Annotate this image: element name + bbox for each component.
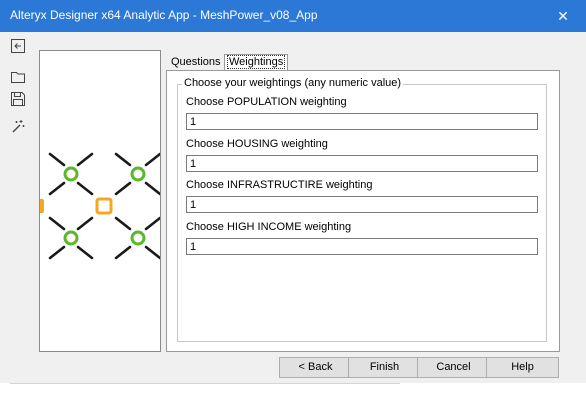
save-icon[interactable] — [10, 91, 26, 107]
high-income-weighting-label: Choose HIGH INCOME weighting — [186, 221, 352, 233]
finish-button[interactable]: Finish — [348, 357, 421, 378]
tab-questions[interactable]: Questions — [168, 55, 224, 70]
weightings-panel: Choose your weightings (any numeric valu… — [166, 70, 560, 352]
back-button-label: < Back — [298, 361, 333, 373]
population-weighting-input[interactable] — [186, 113, 538, 130]
weightings-group: Choose your weightings (any numeric valu… — [177, 77, 547, 342]
population-weighting-label: Choose POPULATION weighting — [186, 96, 347, 108]
workflow-canvas — [39, 50, 161, 352]
workflow-diagram — [40, 152, 160, 260]
cancel-button[interactable]: Cancel — [417, 357, 490, 378]
tab-weightings-label: Weightings — [226, 55, 286, 69]
close-icon: ✕ — [557, 8, 569, 24]
desktop-background — [0, 383, 586, 415]
open-folder-icon[interactable] — [10, 69, 26, 85]
divider — [10, 383, 400, 384]
infrastructure-weighting-input[interactable] — [186, 196, 538, 213]
title-bar[interactable]: Alteryx Designer x64 Analytic App - Mesh… — [0, 0, 586, 32]
back-to-design-icon[interactable] — [10, 38, 26, 54]
magic-wand-icon[interactable] — [10, 118, 26, 134]
back-button[interactable]: < Back — [279, 357, 352, 378]
help-button-label: Help — [511, 361, 534, 373]
infrastructure-weighting-label: Choose INFRASTRUCTIRE weighting — [186, 179, 373, 191]
tab-weightings[interactable]: Weightings — [224, 54, 289, 70]
finish-button-label: Finish — [369, 361, 400, 373]
help-button[interactable]: Help — [486, 357, 559, 378]
housing-weighting-label: Choose HOUSING weighting — [186, 138, 328, 150]
housing-weighting-input[interactable] — [186, 155, 538, 172]
high-income-weighting-input[interactable] — [186, 238, 538, 255]
group-title: Choose your weightings (any numeric valu… — [182, 77, 404, 89]
close-button[interactable]: ✕ — [540, 0, 586, 32]
window-title: Alteryx Designer x64 Analytic App - Mesh… — [10, 8, 318, 22]
app-window: Alteryx Designer x64 Analytic App - Mesh… — [0, 0, 586, 383]
client-area: Questions Weightings Choose your weighti… — [0, 32, 586, 383]
cancel-button-label: Cancel — [436, 361, 471, 373]
tool-strip — [0, 32, 38, 352]
